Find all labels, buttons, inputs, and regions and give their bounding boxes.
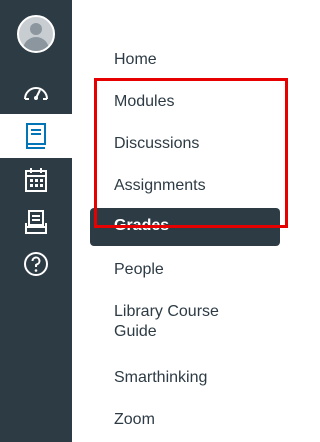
dashboard-gauge-icon xyxy=(24,87,48,100)
dashboard-button[interactable] xyxy=(0,70,72,114)
user-avatar-icon xyxy=(17,15,55,53)
course-nav-zoom[interactable]: Zoom xyxy=(90,410,280,430)
calendar-icon xyxy=(25,168,47,192)
course-nav-library-course-guide[interactable]: Library Course Guide xyxy=(90,302,250,342)
courses-button[interactable] xyxy=(0,114,72,158)
global-nav xyxy=(0,0,72,442)
course-nav-home[interactable]: Home xyxy=(90,50,280,70)
inbox-icon xyxy=(25,210,47,234)
highlight-annotation-box xyxy=(94,78,288,228)
book-icon xyxy=(26,123,46,149)
inbox-button[interactable] xyxy=(0,200,72,244)
course-nav-smarthinking[interactable]: Smarthinking xyxy=(90,368,280,388)
help-button[interactable] xyxy=(0,242,72,286)
course-nav-people[interactable]: People xyxy=(90,260,280,280)
help-icon xyxy=(24,252,48,276)
calendar-button[interactable] xyxy=(0,158,72,202)
account-button[interactable] xyxy=(0,14,72,54)
